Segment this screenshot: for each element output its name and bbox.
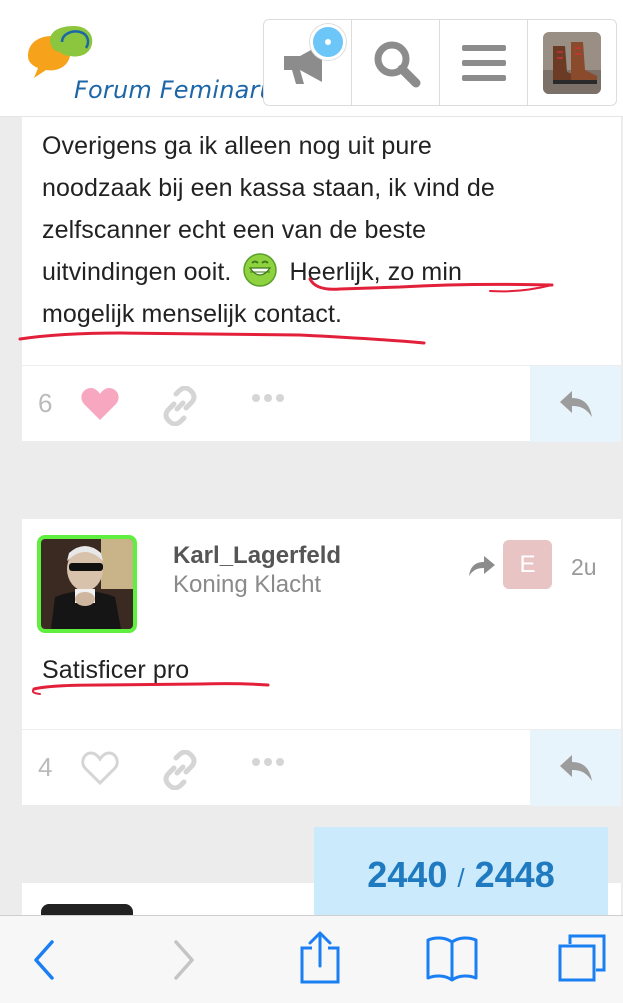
author-photo <box>41 539 133 629</box>
menu-button[interactable] <box>440 20 528 105</box>
post-card: Karl_Lagerfeld Koning Klacht E 2u Satisf… <box>22 519 621 806</box>
like-count: 6 <box>38 388 53 418</box>
browser-toolbar <box>0 915 623 1003</box>
post-progress-counter[interactable]: 2440 / 2448 <box>314 827 608 927</box>
post-actions: 6 <box>22 365 621 442</box>
more-options-icon[interactable] <box>250 392 286 404</box>
author-username[interactable]: Karl_Lagerfeld <box>173 542 341 570</box>
reply-to-arrow-icon[interactable] <box>468 555 496 577</box>
site-header: Forum Feminarum <box>0 0 623 117</box>
counter-separator: / <box>457 863 465 893</box>
more-options-icon[interactable] <box>250 756 286 768</box>
boots-avatar-image <box>543 31 601 94</box>
user-avatar <box>543 31 601 94</box>
author-title: Koning Klacht <box>173 571 322 598</box>
reply-button[interactable] <box>530 730 621 806</box>
post-time[interactable]: 2u <box>571 554 597 581</box>
reply-to-avatar[interactable]: E <box>503 540 552 589</box>
post-progress-text: 2440 / 2448 <box>314 854 608 896</box>
share-icon[interactable] <box>298 930 342 984</box>
reply-button[interactable] <box>530 366 621 442</box>
heart-icon[interactable] <box>80 386 120 422</box>
search-button[interactable] <box>352 20 440 105</box>
post-card: Overigens ga ik alleen nog uit pure nood… <box>18 117 621 442</box>
notifications-button[interactable] <box>264 20 352 105</box>
red-underline-annotation <box>31 682 270 695</box>
user-menu-button[interactable] <box>528 20 616 105</box>
hamburger-menu-icon <box>461 44 506 81</box>
link-icon[interactable] <box>160 386 200 426</box>
bookmarks-icon[interactable] <box>425 934 479 982</box>
reply-arrow-icon <box>559 755 592 781</box>
current-post-number: 2440 <box>367 854 448 895</box>
heart-outline-icon[interactable] <box>80 750 120 786</box>
notification-badge <box>310 24 346 60</box>
tabs-icon[interactable] <box>556 932 608 984</box>
search-icon <box>374 41 420 87</box>
back-icon[interactable] <box>30 938 58 982</box>
post-actions: 4 <box>22 729 621 806</box>
header-buttons <box>263 19 617 106</box>
total-post-count: 2448 <box>474 854 555 895</box>
author-avatar[interactable] <box>37 535 137 633</box>
reply-arrow-icon <box>559 391 592 417</box>
link-icon[interactable] <box>160 750 200 790</box>
like-count: 4 <box>38 752 53 782</box>
forum-logo[interactable]: Forum Feminarum <box>24 22 298 108</box>
forward-icon[interactable] <box>170 938 198 982</box>
red-underline-annotation <box>18 277 554 345</box>
